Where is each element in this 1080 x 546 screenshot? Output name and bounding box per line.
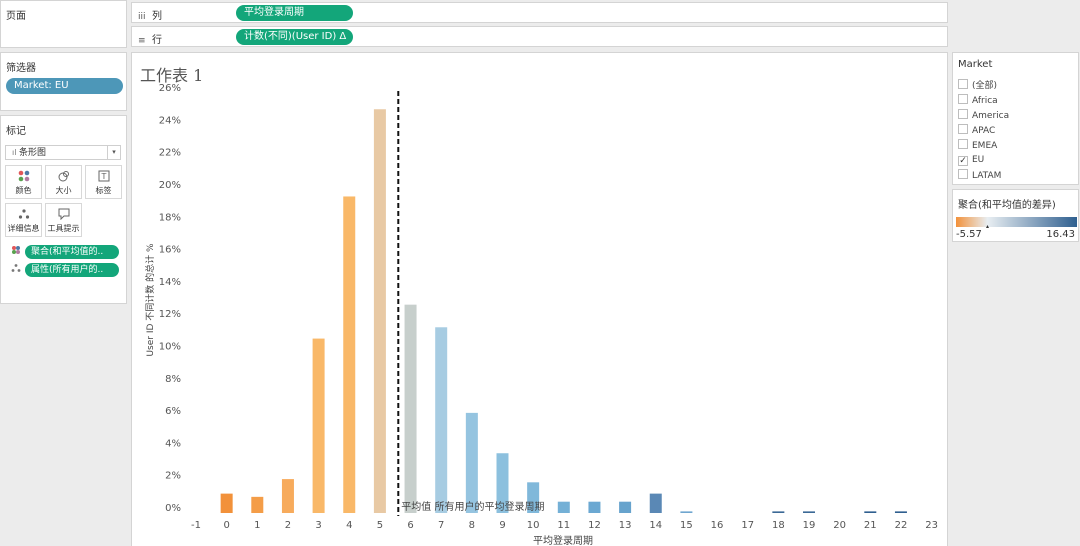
- market-option-label: APAC: [972, 126, 996, 136]
- market-option-latam[interactable]: LATAM: [958, 169, 1001, 181]
- color-dots-icon: [10, 245, 22, 258]
- mark-type-dropdown[interactable]: ıl 条形图 ▾: [5, 145, 121, 160]
- checkbox[interactable]: [958, 109, 968, 119]
- checkbox[interactable]: [958, 79, 968, 89]
- rows-shelf[interactable]: ≡ 行 计数(不同)(User ID) Δ: [131, 26, 948, 47]
- color-legend-card: 聚合(和平均值的差异) ▴ -5.57 16.43: [952, 189, 1079, 242]
- detail-icon: [6, 208, 41, 222]
- label-icon: T: [86, 170, 121, 184]
- mark-type-value: 条形图: [19, 148, 47, 158]
- columns-shelf-label: iii 列: [138, 7, 162, 22]
- rows-icon: ≡: [138, 36, 146, 46]
- worksheet-area: [131, 52, 948, 546]
- color-legend-max: 16.43: [1046, 229, 1075, 240]
- pages-panel: 页面: [0, 0, 127, 48]
- detail-dots-icon: [10, 263, 22, 276]
- tooltip-icon: [46, 208, 81, 222]
- market-option-apac[interactable]: APAC: [958, 124, 995, 136]
- market-option-label: EMEA: [972, 141, 998, 151]
- color-legend-caret-icon: ▴: [986, 223, 990, 230]
- marks-label-button[interactable]: T 标签: [85, 165, 122, 199]
- filters-panel: 筛选器 Market: EU: [0, 52, 127, 111]
- marks-detail-label: 详细信息: [7, 224, 40, 233]
- marks-pill-attribute[interactable]: 属性(所有用户的..: [25, 263, 119, 277]
- checkbox[interactable]: [958, 139, 968, 149]
- columns-shelf[interactable]: iii 列 平均登录周期: [131, 2, 948, 23]
- sheet-title: 工作表 1: [140, 66, 204, 85]
- market-filter-title: Market: [958, 59, 993, 70]
- market-option-label: Africa: [972, 96, 998, 106]
- checkbox[interactable]: [958, 124, 968, 134]
- marks-size-button[interactable]: 大小: [45, 165, 82, 199]
- market-option-label: America: [972, 111, 1010, 121]
- marks-detail-button[interactable]: 详细信息: [5, 203, 42, 237]
- rows-pill-user-id-count[interactable]: 计数(不同)(User ID) Δ: [236, 29, 353, 45]
- columns-pill-avg-login-cycle[interactable]: 平均登录周期: [236, 5, 353, 21]
- pages-title: 页面: [6, 11, 26, 22]
- marks-size-label: 大小: [55, 186, 72, 195]
- marks-tooltip-button[interactable]: 工具提示: [45, 203, 82, 237]
- color-icon: [6, 170, 41, 184]
- columns-icon: iii: [138, 12, 146, 22]
- svg-text:T: T: [100, 172, 106, 181]
- rows-shelf-label: ≡ 行: [138, 31, 162, 46]
- marks-color-label: 颜色: [15, 186, 32, 195]
- market-option-emea[interactable]: EMEA: [958, 139, 997, 151]
- checkbox[interactable]: [958, 169, 968, 179]
- color-legend-min: -5.57: [956, 229, 982, 240]
- rows-label-text: 行: [152, 35, 162, 46]
- marks-pill-aggregate[interactable]: 聚合(和平均值的..: [25, 245, 119, 259]
- columns-label-text: 列: [152, 11, 162, 22]
- chevron-down-icon: ▾: [107, 146, 120, 159]
- marks-tooltip-label: 工具提示: [47, 224, 80, 233]
- marks-color-button[interactable]: 颜色: [5, 165, 42, 199]
- size-icon: [46, 170, 81, 184]
- market-option-all[interactable]: (全部): [958, 79, 997, 91]
- color-legend-title: 聚合(和平均值的差异): [958, 200, 1056, 211]
- market-option-label: (全部): [972, 81, 998, 91]
- bar-chart-icon: ıl: [12, 148, 19, 157]
- checkbox[interactable]: [958, 94, 968, 104]
- filter-pill-market[interactable]: Market: EU: [6, 78, 123, 94]
- market-option-label: LATAM: [972, 171, 1002, 181]
- filters-title: 筛选器: [6, 63, 36, 74]
- market-option-africa[interactable]: Africa: [958, 94, 998, 106]
- market-option-america[interactable]: America: [958, 109, 1009, 121]
- market-option-label: EU: [972, 155, 985, 165]
- market-option-eu[interactable]: ✓ EU: [958, 154, 984, 166]
- marks-label-label: 标签: [95, 186, 112, 195]
- checkbox-checked-icon[interactable]: ✓: [958, 156, 968, 166]
- color-legend-gradient: [956, 217, 1077, 227]
- marks-title: 标记: [6, 126, 26, 137]
